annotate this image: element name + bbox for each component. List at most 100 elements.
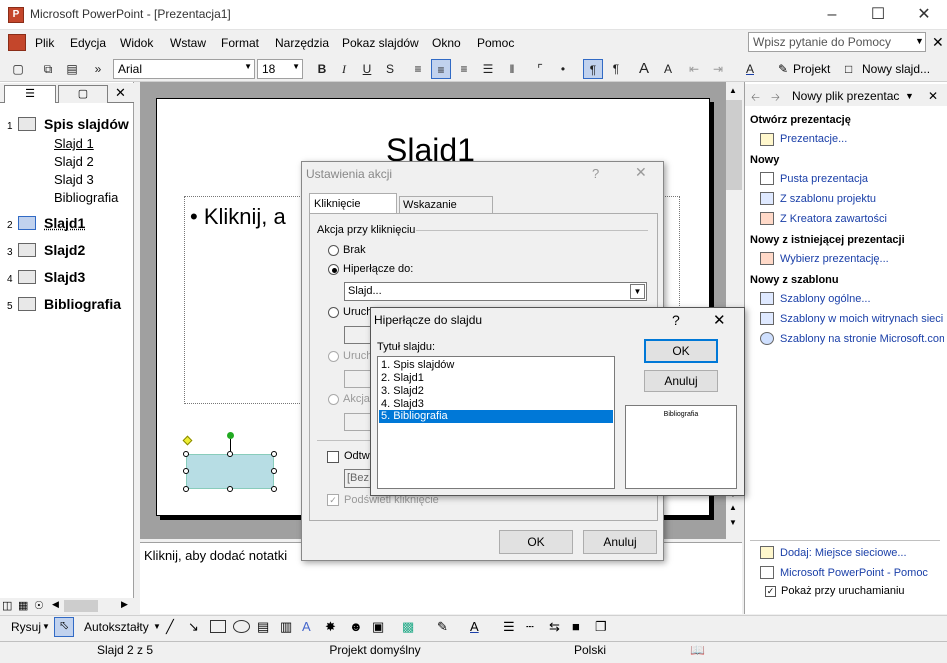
vertical-textbox-icon[interactable]: ▥ bbox=[280, 619, 292, 635]
task-link-add-network-place[interactable]: Dodaj: Miejsce sieciowe... bbox=[780, 547, 907, 559]
startup-checkbox[interactable]: ✓ bbox=[765, 586, 776, 597]
option-run-program-radio[interactable] bbox=[328, 307, 339, 318]
slide-list-item[interactable]: 3. Slajd2 bbox=[381, 385, 424, 397]
slide-icon[interactable] bbox=[18, 216, 36, 230]
design-icon[interactable]: ✎ bbox=[778, 62, 788, 76]
option-hyperlink-radio[interactable] bbox=[328, 264, 339, 275]
task-link-autocontent[interactable]: Z Kreatora zawartości bbox=[780, 213, 887, 225]
shadow-style-icon[interactable]: ■ bbox=[572, 619, 580, 634]
columns-icon[interactable]: ‖ bbox=[502, 59, 522, 79]
close-icon[interactable]: ✕ bbox=[928, 89, 938, 103]
menu-edycja[interactable]: Edycja bbox=[70, 36, 106, 50]
task-link-microsoft-templates[interactable]: Szablony na stronie Microsoft.com bbox=[780, 333, 944, 345]
action-cancel-button[interactable]: Anuluj bbox=[583, 530, 657, 554]
notes-placeholder[interactable]: Kliknij, aby dodać notatki bbox=[144, 548, 287, 563]
line-style-icon[interactable]: ☰ bbox=[503, 619, 515, 635]
resize-handle[interactable] bbox=[271, 468, 277, 474]
menu-narzedzia[interactable]: Narzędzia bbox=[275, 36, 329, 50]
new-slide-button[interactable]: Nowy slajd... bbox=[862, 62, 930, 76]
scroll-left-icon[interactable]: ◀ bbox=[52, 599, 59, 610]
menu-widok[interactable]: Widok bbox=[120, 36, 153, 50]
option-none-radio[interactable] bbox=[328, 245, 339, 256]
back-icon[interactable]: 🡠 bbox=[751, 89, 760, 108]
slide-list-item[interactable]: 1. Spis slajdów bbox=[381, 359, 454, 371]
link-ok-button[interactable]: OK bbox=[644, 339, 718, 363]
oval-icon[interactable] bbox=[233, 620, 250, 633]
task-link-design-template[interactable]: Z szablonu projektu bbox=[780, 193, 876, 205]
task-pane-title[interactable]: Nowy plik prezentac bbox=[792, 89, 899, 103]
3d-style-icon[interactable]: ❐ bbox=[595, 619, 607, 635]
resize-handle[interactable] bbox=[227, 451, 233, 457]
chevron-down-icon[interactable]: ▼ bbox=[630, 284, 645, 299]
rotate-handle[interactable] bbox=[227, 432, 234, 439]
resize-handle[interactable] bbox=[183, 468, 189, 474]
fill-color-icon[interactable]: ▩ bbox=[402, 619, 414, 635]
task-link-general-templates[interactable]: Szablony ogólne... bbox=[780, 293, 871, 305]
resize-handle[interactable] bbox=[271, 451, 277, 457]
close-icon[interactable]: ✕ bbox=[115, 85, 126, 101]
toolbar-overflow-icon[interactable]: » bbox=[88, 59, 108, 79]
slideshow-icon[interactable]: ☉ bbox=[34, 599, 44, 612]
outline-slide-title[interactable]: Spis slajdów bbox=[44, 116, 129, 132]
outline-bullet[interactable]: Slajd 3 bbox=[54, 172, 94, 187]
help-icon[interactable]: ? bbox=[672, 312, 680, 328]
maximize-icon[interactable]: ☐ bbox=[855, 0, 901, 30]
slide-list-item[interactable]: 4. Slajd3 bbox=[381, 398, 424, 410]
slide-icon[interactable] bbox=[18, 270, 36, 284]
option-object-action-radio[interactable] bbox=[328, 394, 339, 405]
close-icon[interactable]: ✕ bbox=[932, 34, 944, 51]
slide-icon[interactable] bbox=[18, 297, 36, 311]
tab-slides[interactable]: ▢ bbox=[58, 85, 108, 103]
copy-icon[interactable]: ⧉ bbox=[38, 59, 58, 79]
chevron-down-icon[interactable]: ▼ bbox=[915, 36, 924, 46]
menu-okno[interactable]: Okno bbox=[432, 36, 461, 50]
tab-mouse-over[interactable]: Wskazanie myszą bbox=[399, 196, 493, 223]
scroll-up-icon[interactable]: ▲ bbox=[729, 86, 737, 95]
arrow-style-icon[interactable]: ⇆ bbox=[549, 619, 560, 635]
font-size-combo[interactable]: 18 ▼ bbox=[257, 59, 303, 79]
horizontal-scrollbar-thumb[interactable] bbox=[64, 600, 98, 612]
select-pointer-icon[interactable]: ⬁ bbox=[54, 617, 74, 637]
slide-bullet[interactable]: • Kliknij, a bbox=[190, 204, 286, 230]
outline-slide-title[interactable]: Bibliografia bbox=[44, 296, 121, 312]
increase-font-icon[interactable]: A bbox=[634, 59, 654, 79]
design-button[interactable]: Projekt bbox=[793, 62, 830, 76]
outline-slide-title[interactable]: Slajd2 bbox=[44, 242, 85, 258]
line-color-icon[interactable]: ✎ bbox=[437, 619, 448, 635]
rectangle-icon[interactable] bbox=[210, 620, 226, 633]
bulleted-list-icon[interactable]: • bbox=[553, 59, 573, 79]
resize-handle[interactable] bbox=[183, 486, 189, 492]
slide-sorter-icon[interactable]: ▦ bbox=[18, 599, 28, 612]
highlight-checkbox[interactable]: ✓ bbox=[327, 494, 339, 506]
underline-icon[interactable]: U bbox=[357, 59, 377, 79]
shadow-icon[interactable]: S bbox=[380, 59, 400, 79]
minimize-icon[interactable]: – bbox=[809, 0, 855, 30]
scroll-right-icon[interactable]: ▶ bbox=[121, 599, 128, 610]
paste-icon[interactable]: ▤ bbox=[62, 59, 82, 79]
decrease-indent-icon[interactable]: ⇤ bbox=[684, 59, 704, 79]
outline-bullet[interactable]: Slajd 1 bbox=[54, 136, 94, 151]
resize-handle[interactable] bbox=[271, 486, 277, 492]
link-cancel-button[interactable]: Anuluj bbox=[644, 370, 718, 392]
vertical-scrollbar-thumb[interactable] bbox=[726, 100, 742, 190]
task-link-choose-presentation[interactable]: Wybierz prezentację... bbox=[780, 253, 889, 265]
new-document-icon[interactable]: ▢ bbox=[8, 59, 28, 79]
arrow-icon[interactable]: ↘ bbox=[188, 619, 199, 635]
help-search-input[interactable]: Wpisz pytanie do Pomocy bbox=[748, 32, 926, 52]
clipart-icon[interactable]: ☻ bbox=[349, 619, 363, 634]
resize-handle[interactable] bbox=[183, 451, 189, 457]
font-name-combo[interactable]: Arial ▼ bbox=[113, 59, 255, 79]
menu-pokaz-slajdow[interactable]: Pokaz slajdów bbox=[342, 36, 419, 50]
task-link-blank[interactable]: Pusta prezentacja bbox=[780, 173, 868, 185]
dash-style-icon[interactable]: ┄ bbox=[526, 619, 534, 635]
picture-icon[interactable]: ▣ bbox=[372, 619, 384, 635]
help-icon[interactable]: ? bbox=[592, 166, 599, 181]
forward-icon[interactable]: 🡢 bbox=[771, 89, 780, 108]
action-ok-button[interactable]: OK bbox=[499, 530, 573, 554]
numbered-list-icon[interactable]: ⌜ bbox=[530, 59, 550, 79]
action-button-shape[interactable] bbox=[186, 454, 274, 489]
autoshapes-menu-button[interactable]: Autokształty bbox=[84, 620, 149, 634]
bold-icon[interactable]: B bbox=[312, 59, 332, 79]
menu-format[interactable]: Format bbox=[221, 36, 259, 50]
tab-mouse-click[interactable]: Kliknięcie myszą bbox=[309, 193, 397, 222]
